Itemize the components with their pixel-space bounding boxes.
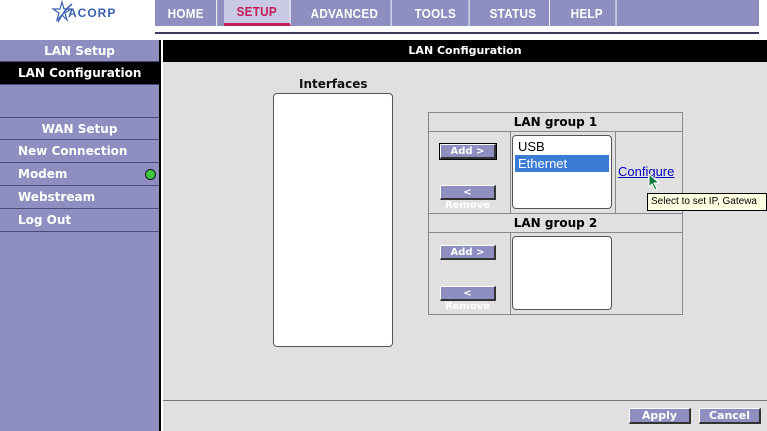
group1-remove-button[interactable]: < Remove	[440, 185, 496, 211]
lan-group-2-divider	[510, 233, 511, 315]
interfaces-label: Interfaces	[299, 77, 368, 91]
bottom-divider	[163, 400, 767, 401]
acorp-logo: ACORP	[0, 0, 155, 26]
list-item-ethernet[interactable]: Ethernet	[515, 155, 609, 172]
group2-remove-button[interactable]: < Remove	[440, 286, 496, 312]
logo-text: ACORP	[68, 6, 116, 20]
sidebar-item-log-out[interactable]: Log Out	[0, 209, 159, 232]
modem-status-icon	[145, 169, 156, 180]
tab-tools[interactable]: TOOLS	[402, 0, 470, 26]
lan-group-1-divider	[510, 132, 511, 214]
cancel-button[interactable]: Cancel	[699, 408, 761, 424]
sidebar-item-webstream[interactable]: Webstream	[0, 186, 159, 209]
sidebar-item-lan-configuration[interactable]: LAN Configuration	[0, 62, 159, 85]
lan-group-1-divider-right	[615, 132, 616, 214]
main-panel: LAN Configuration Interfaces LAN group 1…	[163, 40, 767, 431]
sidebar-item-modem-label: Modem	[18, 167, 68, 181]
group1-add-button[interactable]: Add >	[439, 143, 497, 160]
configure-tooltip: Select to set IP, Gatewa	[647, 193, 767, 211]
sidebar-heading-lan-setup[interactable]: LAN Setup	[0, 40, 159, 62]
page-title: LAN Configuration	[163, 40, 767, 62]
sidebar: LAN Setup LAN Configuration WAN Setup Ne…	[0, 40, 161, 431]
tab-home[interactable]: HOME	[155, 0, 218, 26]
logo-graphic: ACORP	[51, 0, 116, 23]
tab-setup[interactable]: SETUP	[224, 0, 291, 26]
group2-add-button[interactable]: Add >	[440, 245, 496, 260]
sidebar-item-new-connection[interactable]: New Connection	[0, 140, 159, 163]
top-navigation: HOME SETUP ADVANCED TOOLS STATUS HELP	[155, 0, 759, 26]
apply-button[interactable]: Apply	[629, 408, 691, 424]
tab-status[interactable]: STATUS	[477, 0, 550, 26]
tab-help[interactable]: HELP	[558, 0, 617, 26]
interfaces-listbox[interactable]	[273, 93, 393, 347]
lan-group-2-label: LAN group 2	[429, 214, 682, 233]
lan-group-1-label: LAN group 1	[429, 113, 682, 132]
sidebar-item-modem[interactable]: Modem	[0, 163, 159, 186]
list-item-usb[interactable]: USB	[515, 138, 609, 155]
hand-cursor-icon	[648, 173, 661, 191]
sidebar-heading-wan-setup[interactable]: WAN Setup	[0, 118, 159, 140]
header-divider	[155, 26, 759, 34]
lan-group-1-listbox[interactable]: USB Ethernet	[512, 135, 612, 209]
sidebar-spacer	[0, 85, 159, 118]
lan-group-2-listbox[interactable]	[512, 236, 612, 310]
tab-advanced[interactable]: ADVANCED	[298, 0, 392, 26]
